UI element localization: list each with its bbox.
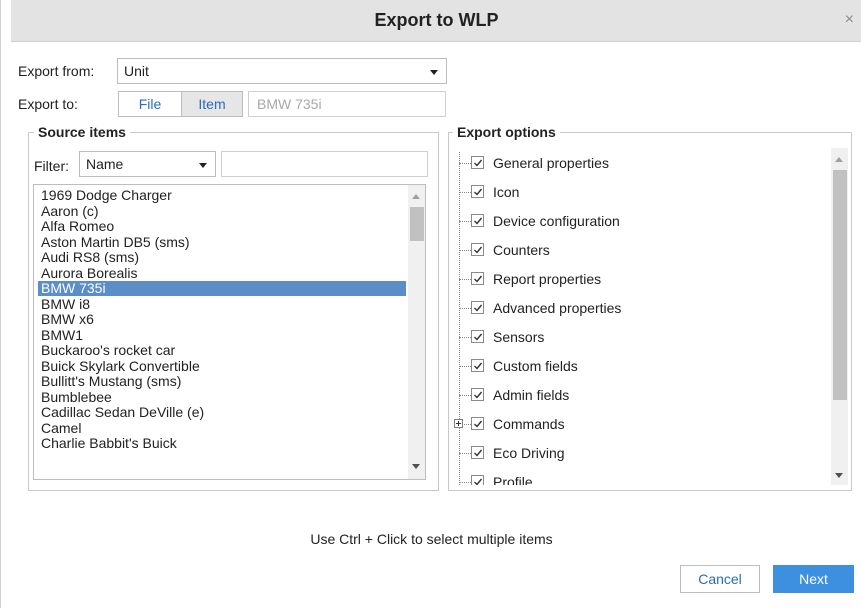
dialog-titlebar: Export to WLP × — [11, 0, 861, 42]
list-item[interactable]: Buick Skylark Convertible — [38, 358, 398, 374]
option-row[interactable]: Admin fields — [451, 385, 821, 405]
export-to-label: Export to: — [18, 96, 78, 112]
option-row[interactable]: Profile — [451, 472, 821, 485]
option-label: Icon — [493, 184, 520, 200]
option-label: Counters — [493, 242, 550, 258]
option-row[interactable]: General properties — [451, 153, 821, 173]
checkbox-checked-icon[interactable] — [471, 301, 484, 314]
filter-label: Filter: — [34, 158, 69, 174]
export-to-item-field[interactable]: BMW 735i — [248, 91, 446, 117]
list-item[interactable]: Camel — [38, 420, 398, 436]
dialog-title: Export to WLP — [374, 10, 499, 30]
close-icon[interactable]: × — [845, 12, 854, 28]
list-item[interactable]: BMW1 — [38, 327, 398, 343]
export-to-item-button[interactable]: Item — [181, 91, 243, 117]
option-label: Eco Driving — [493, 445, 565, 461]
list-item[interactable]: BMW x6 — [38, 312, 398, 327]
scroll-down-icon[interactable] — [835, 473, 843, 478]
list-item[interactable]: Buckaroo's rocket car — [38, 343, 398, 358]
option-label: Commands — [493, 416, 565, 432]
chevron-down-icon — [430, 70, 438, 75]
option-row[interactable]: Device configuration — [451, 211, 821, 231]
tree-connector — [459, 308, 471, 309]
option-label: Report properties — [493, 271, 602, 287]
option-label: Profile — [493, 474, 533, 485]
checkbox-checked-icon[interactable] — [471, 243, 484, 256]
checkbox-checked-icon[interactable] — [471, 214, 484, 227]
option-label: General properties — [493, 155, 609, 171]
tree-connector — [459, 163, 471, 164]
filter-text-input[interactable] — [221, 151, 428, 177]
export-from-value: Unit — [124, 63, 149, 79]
list-item[interactable]: Alfa Romeo — [38, 219, 398, 234]
option-label: Custom fields — [493, 358, 578, 374]
option-label: Sensors — [493, 329, 545, 345]
filter-type-select[interactable]: Name — [79, 151, 216, 177]
export-dialog: Export to WLP × Export from: Unit Export… — [0, 0, 861, 608]
list-item[interactable]: Audi RS8 (sms) — [38, 250, 398, 265]
checkbox-checked-icon[interactable] — [471, 330, 484, 343]
source-items-legend: Source items — [34, 124, 130, 140]
list-item[interactable]: Aurora Borealis — [38, 265, 398, 281]
checkbox-checked-icon[interactable] — [471, 185, 484, 198]
option-row[interactable]: Counters — [451, 240, 821, 260]
option-label: Admin fields — [493, 387, 570, 403]
list-item[interactable]: Bumblebee — [38, 389, 398, 405]
multi-select-hint: Use Ctrl + Click to select multiple item… — [310, 531, 553, 547]
tree-connector — [459, 395, 471, 396]
checkbox-checked-icon[interactable] — [471, 359, 484, 372]
checkbox-checked-icon[interactable] — [471, 156, 484, 169]
option-row[interactable]: Commands — [451, 414, 821, 434]
filter-type-value: Name — [86, 156, 124, 172]
tree-connector — [459, 337, 471, 338]
export-options-legend: Export options — [453, 124, 560, 140]
list-item[interactable]: Aaron (c) — [38, 203, 398, 219]
option-row[interactable]: Custom fields — [451, 356, 821, 376]
checkbox-checked-icon[interactable] — [471, 388, 484, 401]
list-item[interactable]: 1969 Dodge Charger — [38, 188, 398, 203]
scroll-down-icon[interactable] — [412, 464, 420, 469]
tree-connector — [459, 453, 471, 454]
scroll-up-icon[interactable] — [835, 157, 843, 162]
next-button[interactable]: Next — [773, 565, 854, 593]
list-item[interactable]: Bullitt's Mustang (sms) — [38, 374, 398, 389]
plus-expander-icon[interactable] — [454, 419, 463, 428]
export-to-file-button[interactable]: File — [118, 91, 182, 117]
export-from-select[interactable]: Unit — [117, 58, 447, 84]
scroll-up-icon[interactable] — [412, 194, 420, 199]
tree-connector — [459, 221, 471, 222]
option-row[interactable]: Eco Driving — [451, 443, 821, 463]
option-row[interactable]: Report properties — [451, 269, 821, 289]
option-row[interactable]: Icon — [451, 182, 821, 202]
option-row[interactable]: Sensors — [451, 327, 821, 347]
option-row[interactable]: Advanced properties — [451, 298, 821, 318]
list-item[interactable]: Charlie Babbit's Buick — [38, 436, 398, 451]
option-label: Advanced properties — [493, 300, 622, 316]
list-item[interactable]: BMW i8 — [38, 296, 398, 312]
option-label: Device configuration — [493, 213, 620, 229]
source-list-scroll-thumb[interactable] — [410, 207, 424, 241]
tree-connector — [459, 279, 471, 280]
tree-connector — [459, 482, 471, 483]
export-from-label: Export from: — [18, 63, 95, 79]
checkbox-checked-icon[interactable] — [471, 475, 484, 485]
checkbox-checked-icon[interactable] — [471, 272, 484, 285]
source-items-list: 1969 Dodge Charger Aaron (c) Alfa Romeo Ast… — [33, 184, 426, 480]
export-options-tree: General properties Icon Device configurati… — [451, 148, 849, 485]
list-item[interactable]: Cadillac Sedan DeVille (e) — [38, 405, 398, 420]
chevron-down-icon — [199, 163, 207, 168]
checkbox-checked-icon[interactable] — [471, 446, 484, 459]
checkbox-checked-icon[interactable] — [471, 417, 484, 430]
list-item[interactable]: BMW 735i — [38, 281, 406, 296]
tree-connector — [459, 192, 471, 193]
tree-connector — [459, 250, 471, 251]
cancel-button[interactable]: Cancel — [680, 565, 760, 593]
options-scroll-thumb[interactable] — [833, 170, 847, 400]
tree-connector — [459, 366, 471, 367]
list-item[interactable]: Aston Martin DB5 (sms) — [38, 234, 398, 250]
